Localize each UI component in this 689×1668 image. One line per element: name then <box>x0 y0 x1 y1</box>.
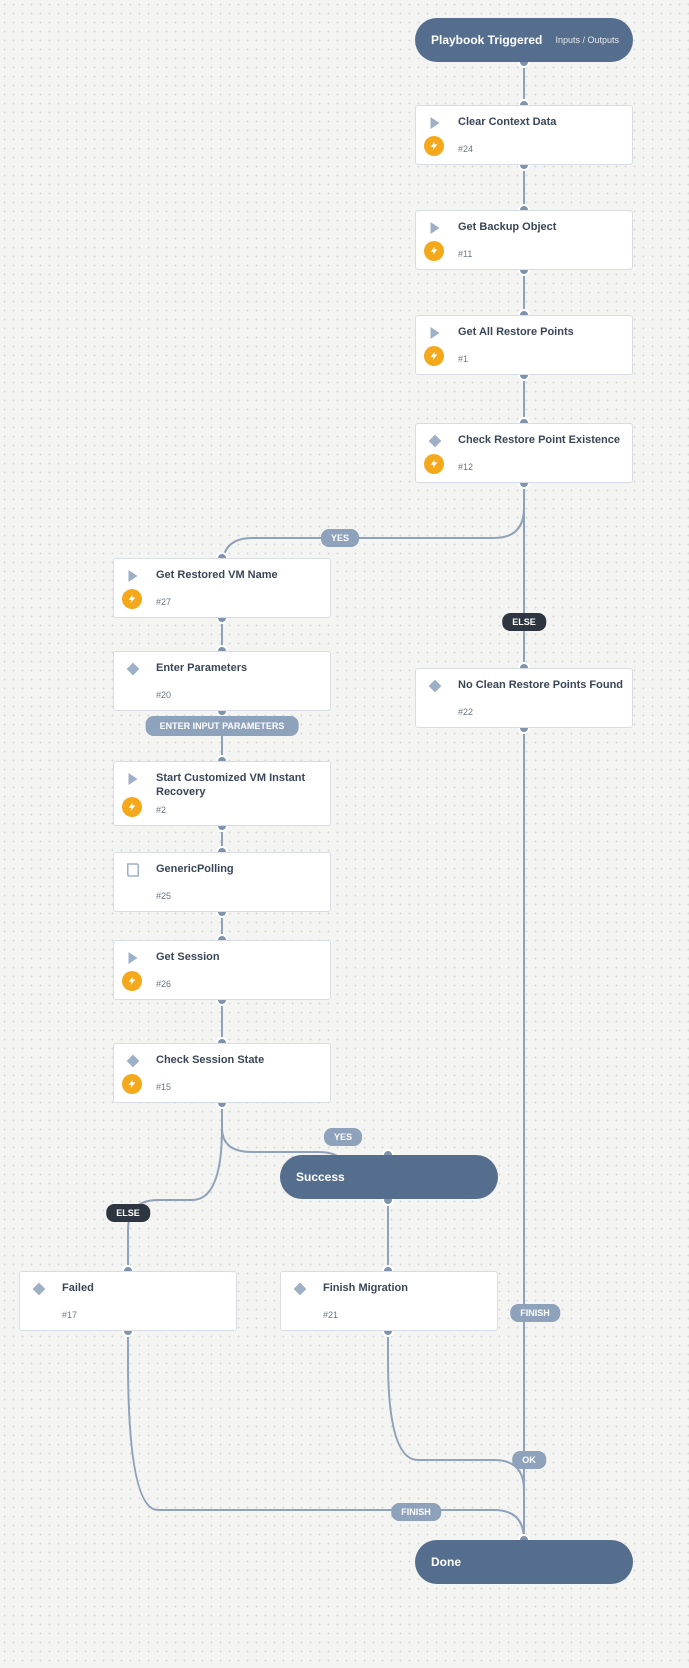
node-get-restore-points[interactable]: Get All Restore Points #1 <box>415 315 633 375</box>
node-title: Check Session State <box>156 1054 322 1068</box>
diamond-icon <box>124 660 142 678</box>
node-start-recovery[interactable]: Start Customized VM Instant Recovery #2 <box>113 761 331 826</box>
chevron-icon <box>124 770 142 788</box>
node-failed[interactable]: Failed #17 <box>19 1271 237 1331</box>
node-get-backup[interactable]: Get Backup Object #11 <box>415 210 633 270</box>
label-yes: YES <box>321 529 359 547</box>
diamond-icon <box>426 677 444 695</box>
done-node[interactable]: Done <box>415 1540 633 1584</box>
node-title: No Clean Restore Points Found <box>458 679 624 693</box>
chevron-icon <box>124 567 142 585</box>
node-hash: #17 <box>62 1310 77 1320</box>
node-get-session[interactable]: Get Session #26 <box>113 940 331 1000</box>
node-title: Clear Context Data <box>458 116 624 130</box>
node-hash: #25 <box>156 891 171 901</box>
node-hash: #22 <box>458 707 473 717</box>
node-hash: #2 <box>156 805 166 815</box>
node-title: Check Restore Point Existence <box>458 434 624 448</box>
done-title: Done <box>431 1555 461 1569</box>
chevron-icon <box>426 324 444 342</box>
book-icon <box>124 861 142 879</box>
inputs-outputs-link[interactable]: Inputs / Outputs <box>555 35 619 45</box>
node-title: Failed <box>62 1282 228 1296</box>
diamond-icon <box>426 432 444 450</box>
node-hash: #26 <box>156 979 171 989</box>
node-hash: #27 <box>156 597 171 607</box>
node-finish-migration[interactable]: Finish Migration #21 <box>280 1271 498 1331</box>
start-node[interactable]: Playbook Triggered Inputs / Outputs <box>415 18 633 62</box>
bolt-icon <box>122 797 142 817</box>
node-hash: #20 <box>156 690 171 700</box>
label-ok: OK <box>512 1451 546 1469</box>
diamond-icon <box>291 1280 309 1298</box>
node-title: GenericPolling <box>156 863 322 877</box>
node-title: Finish Migration <box>323 1282 489 1296</box>
bolt-icon <box>122 1074 142 1094</box>
node-hash: #11 <box>458 249 472 259</box>
node-generic-polling[interactable]: GenericPolling #25 <box>113 852 331 912</box>
label-else: ELSE <box>502 613 546 631</box>
label-finish-2: FINISH <box>391 1503 441 1521</box>
node-title: Enter Parameters <box>156 662 322 676</box>
label-yes-2: YES <box>324 1128 362 1146</box>
node-hash: #15 <box>156 1082 171 1092</box>
success-node[interactable]: Success <box>280 1155 498 1199</box>
node-check-session-state[interactable]: Check Session State #15 <box>113 1043 331 1103</box>
bolt-icon <box>424 136 444 156</box>
bolt-icon <box>424 346 444 366</box>
chevron-icon <box>124 949 142 967</box>
label-input-params: ENTER INPUT PARAMETERS <box>146 716 299 736</box>
chevron-icon <box>426 114 444 132</box>
node-hash: #21 <box>323 1310 338 1320</box>
label-else-2: ELSE <box>106 1204 150 1222</box>
node-check-restore-point[interactable]: Check Restore Point Existence #12 <box>415 423 633 483</box>
node-title: Start Customized VM Instant Recovery <box>156 772 322 800</box>
node-hash: #1 <box>458 354 468 364</box>
node-enter-parameters[interactable]: Enter Parameters #20 <box>113 651 331 711</box>
node-title: Get Session <box>156 951 322 965</box>
diamond-icon <box>30 1280 48 1298</box>
node-title: Get Restored VM Name <box>156 569 322 583</box>
node-get-vm-name[interactable]: Get Restored VM Name #27 <box>113 558 331 618</box>
node-hash: #24 <box>458 144 473 154</box>
node-title: Get Backup Object <box>458 221 624 235</box>
bolt-icon <box>424 241 444 261</box>
success-title: Success <box>296 1170 345 1184</box>
label-finish: FINISH <box>510 1304 560 1322</box>
node-clear-context[interactable]: Clear Context Data #24 <box>415 105 633 165</box>
node-no-clean-points[interactable]: No Clean Restore Points Found #22 <box>415 668 633 728</box>
chevron-icon <box>426 219 444 237</box>
bolt-icon <box>122 589 142 609</box>
start-title: Playbook Triggered <box>431 33 542 47</box>
node-title: Get All Restore Points <box>458 326 624 340</box>
bolt-icon <box>122 971 142 991</box>
node-hash: #12 <box>458 462 473 472</box>
diamond-icon <box>124 1052 142 1070</box>
bolt-icon <box>424 454 444 474</box>
